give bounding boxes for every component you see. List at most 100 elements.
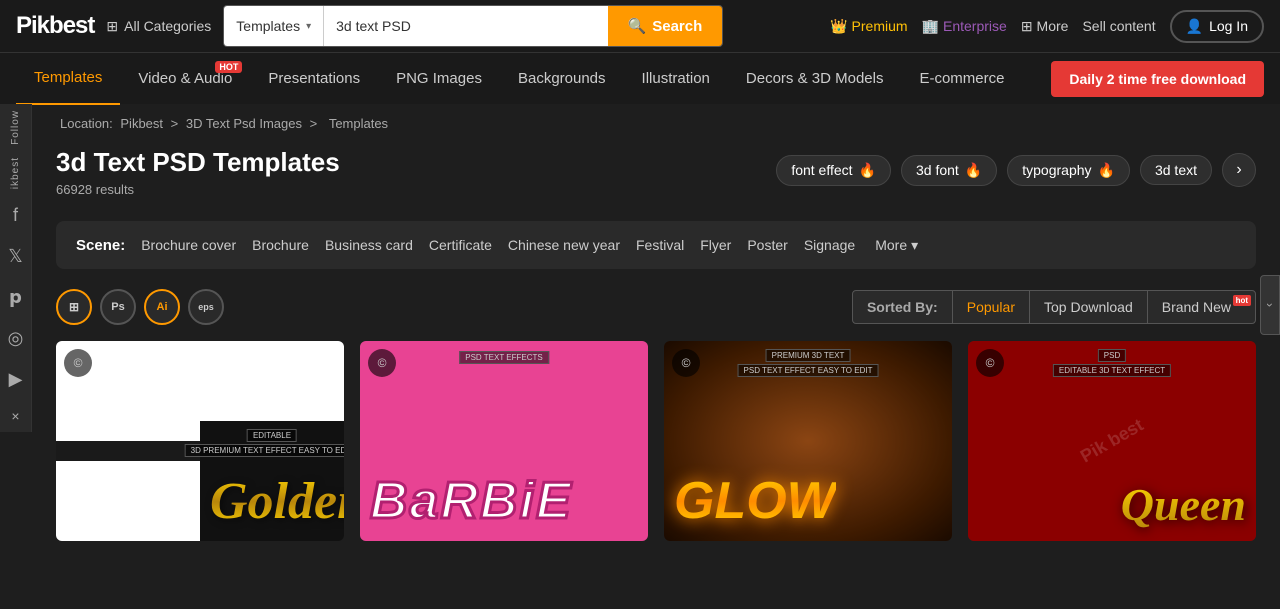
enterprise-btn[interactable]: 🏢 Enterprise	[922, 18, 1007, 35]
tag-3d-text[interactable]: 3d text	[1140, 155, 1212, 185]
nav-templates[interactable]: Templates	[16, 53, 120, 105]
nav-ecommerce[interactable]: E-commerce	[901, 53, 1022, 105]
nav-illustration[interactable]: Illustration	[624, 53, 728, 105]
login-button[interactable]: 👤 Log In	[1170, 10, 1264, 43]
search-input[interactable]	[324, 6, 607, 46]
daily-download-button[interactable]: Daily 2 time free download	[1051, 61, 1264, 97]
card-psd-label-1: EDITABLE 3D PREMIUM TEXT EFFECT EASY TO …	[185, 429, 344, 457]
tag-3d-font[interactable]: 3d font 🔥	[901, 155, 997, 186]
presentations-label: Presentations	[268, 70, 360, 87]
sort-hot-badge: hot	[1233, 295, 1251, 306]
scene-certificate[interactable]: Certificate	[429, 235, 492, 255]
sort-row: Sorted By: Popular Top Download Brand Ne…	[852, 290, 1256, 324]
logo[interactable]: Pikbest	[16, 12, 94, 40]
backgrounds-label: Backgrounds	[518, 70, 606, 87]
results-count: 66928 results	[56, 182, 340, 197]
page-title: 3d Text PSD Templates	[56, 147, 340, 178]
instagram-icon[interactable]: ◎	[0, 318, 32, 359]
tags-next-arrow[interactable]: ›	[1222, 153, 1256, 187]
effect-badge: 3D PREMIUM TEXT EFFECT EASY TO EDIT	[185, 444, 344, 457]
format-all[interactable]: ⊞	[56, 289, 92, 325]
scene-signage[interactable]: Signage	[804, 235, 855, 255]
nav-backgrounds[interactable]: Backgrounds	[500, 53, 624, 105]
all-categories-label: All Categories	[124, 18, 211, 34]
flame-icon-1: 🔥	[859, 162, 876, 179]
sell-content-btn[interactable]: Sell content	[1082, 18, 1155, 34]
scroll-icon: ›	[1263, 303, 1277, 307]
brand-label: ikbest	[10, 151, 21, 195]
ecommerce-label: E-commerce	[919, 70, 1004, 87]
illustration-label: Illustration	[642, 70, 710, 87]
top-nav: Pikbest ⊞ All Categories Templates ▾ 🔍 S…	[0, 0, 1280, 52]
pinterest-icon[interactable]: 𝗽	[0, 277, 32, 318]
enterprise-label: Enterprise	[943, 18, 1007, 34]
scene-more-btn[interactable]: More ▾	[875, 237, 918, 254]
card-golden[interactable]: © EDITABLE 3D PREMIUM TEXT EFFECT EASY T…	[56, 341, 344, 541]
sort-top-download[interactable]: Top Download	[1030, 291, 1148, 323]
format-ai[interactable]: Ai	[144, 289, 180, 325]
card-psd-label-2: PSD TEXT EFFECTS	[459, 351, 549, 364]
card-glow[interactable]: © PREMIUM 3D TEXT PSD TEXT EFFECT EASY T…	[664, 341, 952, 541]
cards-grid: © EDITABLE 3D PREMIUM TEXT EFFECT EASY T…	[56, 341, 1256, 541]
user-icon: 👤	[1186, 18, 1203, 35]
facebook-icon[interactable]: f	[0, 195, 32, 236]
sell-label: Sell content	[1082, 18, 1155, 34]
breadcrumb-sep1: >	[171, 116, 182, 131]
breadcrumb: Location: Pikbest > 3D Text Psd Images >…	[56, 116, 1256, 131]
logo-part2: best	[49, 12, 94, 39]
chevron-down-icon-scene: ▾	[911, 237, 918, 254]
sort-brand-new[interactable]: Brand New hot	[1148, 291, 1255, 323]
nav-video-audio[interactable]: Video & Audio HOT	[120, 53, 250, 105]
premium-btn[interactable]: 👑 Premium	[830, 18, 907, 35]
queen-text: Queen	[1121, 478, 1246, 531]
sort-label: Sorted By:	[853, 291, 953, 323]
search-dropdown[interactable]: Templates ▾	[224, 6, 324, 46]
card-queen[interactable]: © PSD EDITABLE 3D TEXT EFFECT Pik best Q…	[968, 341, 1256, 541]
sidebar-close-btn[interactable]: ×	[0, 400, 32, 432]
scene-poster[interactable]: Poster	[747, 235, 787, 255]
filter-row: ⊞ Ps Ai eps Sorted By: Popular Top Downl…	[56, 289, 1256, 325]
all-categories-btn[interactable]: ⊞ All Categories	[106, 18, 211, 35]
youtube-icon[interactable]: ▶	[0, 359, 32, 400]
psd-badge-queen: PSD	[1098, 349, 1126, 362]
glow-text: GLOW	[674, 471, 836, 531]
watermark: Pik best	[1077, 415, 1147, 468]
scene-chinese-new-year[interactable]: Chinese new year	[508, 235, 620, 255]
tag-font-effect[interactable]: font effect 🔥	[776, 155, 891, 186]
copyright-icon-4: ©	[976, 349, 1004, 377]
format-ps[interactable]: Ps	[100, 289, 136, 325]
card-barbie[interactable]: © PSD TEXT EFFECTS BaRBiE	[360, 341, 648, 541]
nav-png-images[interactable]: PNG Images	[378, 53, 500, 105]
scene-brochure-cover[interactable]: Brochure cover	[141, 235, 236, 255]
breadcrumb-3d-text[interactable]: 3D Text Psd Images	[186, 116, 302, 131]
search-button[interactable]: 🔍 Search	[608, 6, 723, 46]
twitter-icon[interactable]: 𝕏	[0, 236, 32, 277]
scene-festival[interactable]: Festival	[636, 235, 684, 255]
breadcrumb-pikbest[interactable]: Pikbest	[120, 116, 163, 131]
format-eps[interactable]: eps	[188, 289, 224, 325]
chevron-down-icon: ▾	[306, 21, 311, 32]
tag-typography[interactable]: typography 🔥	[1007, 155, 1130, 186]
more-btn[interactable]: ⊞ More	[1021, 18, 1069, 35]
tag-font-effect-label: font effect	[791, 162, 852, 178]
breadcrumb-templates: Templates	[329, 116, 388, 131]
nav-right: 👑 Premium 🏢 Enterprise ⊞ More Sell conte…	[830, 10, 1264, 43]
grid-icon: ⊞	[106, 18, 118, 35]
logo-part1: Pik	[16, 12, 49, 39]
scroll-button[interactable]: ›	[1260, 275, 1280, 335]
nav-decors[interactable]: Decors & 3D Models	[728, 53, 902, 105]
format-icons: ⊞ Ps Ai eps	[56, 289, 224, 325]
hot-badge: HOT	[215, 61, 242, 73]
editable-3d-badge: EDITABLE 3D TEXT EFFECT	[1053, 364, 1171, 377]
scene-business-card[interactable]: Business card	[325, 235, 413, 255]
nav-presentations[interactable]: Presentations	[250, 53, 378, 105]
search-dropdown-label: Templates	[236, 18, 300, 34]
chevron-right-icon: ›	[1236, 161, 1241, 179]
easy-edit-badge: PSD TEXT EFFECT EASY TO EDIT	[738, 364, 879, 377]
premium-3d-badge: PREMIUM 3D TEXT	[766, 349, 851, 362]
tag-typography-label: typography	[1022, 162, 1091, 178]
sort-popular[interactable]: Popular	[953, 291, 1030, 323]
scene-flyer[interactable]: Flyer	[700, 235, 731, 255]
premium-label: Premium	[852, 18, 908, 34]
scene-brochure[interactable]: Brochure	[252, 235, 309, 255]
